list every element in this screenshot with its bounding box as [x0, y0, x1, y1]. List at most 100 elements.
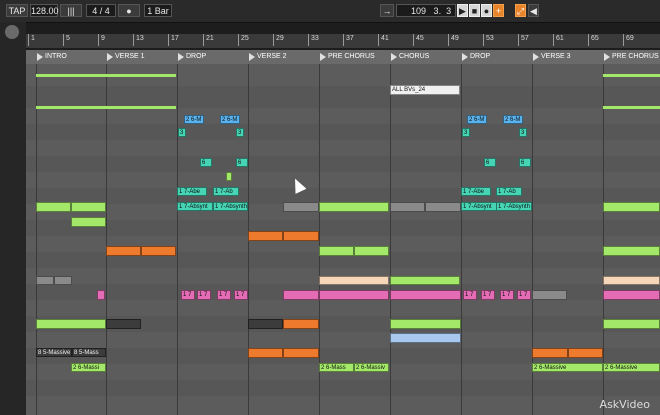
tap-button[interactable]: TAP [6, 4, 28, 17]
locator-pre-chorus[interactable]: PRE CHORUS [319, 50, 375, 64]
clip[interactable] [36, 74, 106, 77]
track-lane[interactable] [26, 396, 660, 415]
clip[interactable] [248, 319, 283, 329]
track-lane[interactable] [26, 124, 660, 141]
quantize-menu[interactable]: 1 Bar [144, 4, 172, 17]
track-lane[interactable] [26, 172, 660, 189]
clip[interactable] [71, 217, 106, 227]
clip[interactable] [248, 231, 283, 241]
clip[interactable]: 2 6-M [503, 115, 523, 124]
clip[interactable] [319, 202, 389, 212]
clip[interactable] [283, 202, 319, 212]
clip[interactable] [354, 246, 389, 256]
clip[interactable] [141, 246, 176, 256]
overdub-button[interactable]: + [493, 4, 504, 17]
locator-intro[interactable]: INTRO [36, 50, 67, 64]
locator-drop[interactable]: DROP [177, 50, 206, 64]
clip[interactable]: 2 6-Mass [319, 363, 354, 372]
clip[interactable] [319, 246, 354, 256]
clip[interactable]: 1 7 [234, 290, 248, 300]
resize-icon[interactable]: ⤢ [515, 4, 526, 17]
clip[interactable]: 8 5-Massive [36, 348, 72, 357]
position-field[interactable]: 109 3. 3 [396, 4, 456, 17]
clip[interactable]: 1 7 [517, 290, 531, 300]
tempo-field[interactable]: 128.00 [30, 4, 59, 17]
clip[interactable]: 1 7 [500, 290, 514, 300]
clip[interactable]: 6 [236, 158, 248, 167]
clip[interactable] [390, 276, 460, 285]
clip[interactable] [568, 348, 603, 358]
clip[interactable] [283, 231, 319, 241]
clip[interactable]: 1 7-Absynth [496, 202, 532, 211]
clip[interactable]: 1 7-Ab [496, 187, 522, 196]
record-button[interactable]: ● [481, 4, 492, 17]
clip[interactable] [248, 348, 283, 358]
clip[interactable] [532, 290, 567, 300]
clip[interactable] [97, 290, 105, 300]
clip[interactable]: 3 [462, 128, 470, 137]
clip[interactable] [603, 290, 660, 300]
clip[interactable]: 3 [178, 128, 186, 137]
clip[interactable] [390, 333, 461, 343]
locator-pre-chorus-2[interactable]: PRE CHORUS [603, 50, 659, 64]
clip[interactable]: 2 6-M [184, 115, 204, 124]
nudge-buttons[interactable]: ||| [60, 4, 82, 17]
clip[interactable]: 1 7 [481, 290, 495, 300]
follow-arrow-icon[interactable]: → [380, 4, 394, 17]
clip[interactable] [283, 319, 319, 329]
clip[interactable]: 1 7 [197, 290, 211, 300]
clip[interactable] [603, 74, 660, 77]
clip[interactable] [106, 319, 141, 329]
clip[interactable] [36, 202, 71, 212]
clip[interactable] [390, 319, 461, 329]
clip[interactable] [36, 319, 106, 329]
clip[interactable] [36, 276, 54, 285]
clip[interactable]: 6 [484, 158, 496, 167]
clip[interactable] [36, 106, 106, 109]
locator-verse-2[interactable]: VERSE 2 [248, 50, 287, 64]
clip[interactable] [603, 319, 660, 329]
clip[interactable]: 1 7-Absynt [177, 202, 213, 211]
clip[interactable] [390, 290, 461, 300]
track-lane[interactable] [26, 300, 660, 317]
clip[interactable] [425, 202, 461, 212]
clip[interactable]: 6 [200, 158, 212, 167]
clip[interactable]: 2 6-Massi [71, 363, 106, 372]
clip[interactable] [603, 276, 660, 285]
clip[interactable]: 1 7-Ab [213, 187, 239, 196]
clip[interactable] [603, 106, 660, 109]
clip[interactable] [319, 276, 389, 285]
clip[interactable]: 1 7 [181, 290, 195, 300]
clip[interactable]: 8 5-Mass [72, 348, 106, 357]
track-lane[interactable] [26, 220, 660, 237]
track-lane[interactable] [26, 332, 660, 349]
clip[interactable]: 2 6-Massive [603, 363, 660, 372]
clip[interactable] [106, 246, 141, 256]
clip[interactable] [283, 348, 319, 358]
locator-verse-1[interactable]: VERSE 1 [106, 50, 145, 64]
clip[interactable]: 1 7 [217, 290, 231, 300]
back-to-arrangement-button[interactable]: ◀ [528, 4, 539, 17]
clip[interactable]: 1 7-Absynth [213, 202, 248, 211]
clip[interactable] [71, 202, 106, 212]
clip[interactable] [106, 106, 176, 109]
clip[interactable]: 1 7-Abe [177, 187, 207, 196]
track-lane[interactable] [26, 156, 660, 173]
clip[interactable] [319, 290, 389, 300]
clip[interactable]: 3 [519, 128, 527, 137]
clip[interactable]: 2 6-M [467, 115, 487, 124]
clip[interactable] [226, 172, 232, 181]
locator-drop-2[interactable]: DROP [461, 50, 490, 64]
bvs-clip[interactable]: ALL BVs_24 [390, 85, 460, 95]
locator-verse-3[interactable]: VERSE 3 [532, 50, 571, 64]
metronome-button[interactable]: ● [118, 4, 140, 17]
clip[interactable]: 2 6-Massive [532, 363, 603, 372]
clip[interactable] [603, 202, 660, 212]
clip[interactable]: 2 6-Massiv [354, 363, 389, 372]
clip[interactable]: 1 7-Absynt [461, 202, 497, 211]
clip[interactable] [603, 246, 660, 256]
clip[interactable]: 6 [519, 158, 531, 167]
clip[interactable] [106, 74, 176, 77]
clip[interactable]: 1 7-Abe [461, 187, 491, 196]
play-button[interactable]: ▶ [457, 4, 468, 17]
